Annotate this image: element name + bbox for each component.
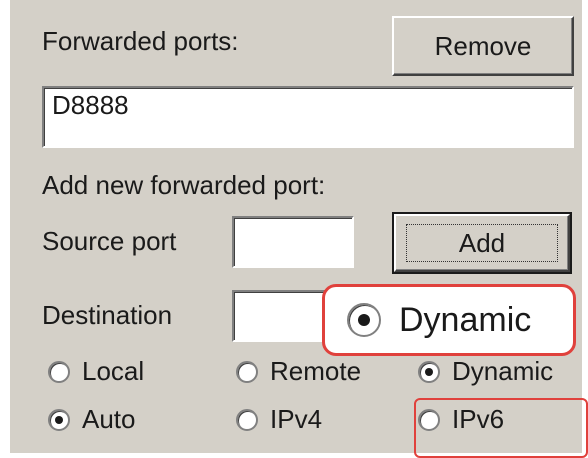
radio-dynamic-indicator[interactable]: [418, 360, 440, 383]
callout-radio-indicator: [347, 303, 381, 337]
forwarded-ports-label: Forwarded ports:: [42, 26, 239, 56]
radio-selected-dot: [55, 415, 63, 424]
radio-selected-dot: [358, 314, 370, 326]
radio-remote[interactable]: Remote: [236, 356, 361, 387]
remove-button[interactable]: Remove: [392, 16, 574, 76]
source-port-label: Source port: [42, 226, 177, 256]
radio-auto-indicator[interactable]: [48, 408, 70, 431]
forwarded-ports-list[interactable]: D8888: [42, 86, 574, 148]
ipv6-highlight-box: [414, 398, 588, 458]
radio-auto[interactable]: Auto: [48, 404, 136, 435]
radio-local-indicator[interactable]: [48, 360, 70, 383]
radio-remote-label: Remote: [270, 356, 362, 386]
radio-ipv4-label: IPv4: [270, 404, 323, 434]
callout-label: Dynamic: [399, 300, 532, 339]
focus-rectangle: [406, 224, 558, 262]
remove-button-label: Remove: [434, 30, 532, 61]
add-new-port-heading: Add new forwarded port:: [42, 170, 326, 200]
add-button[interactable]: Add: [392, 212, 572, 274]
radio-ipv4-indicator[interactable]: [236, 408, 258, 431]
radio-dynamic-label: Dynamic: [452, 356, 554, 386]
radio-remote-indicator[interactable]: [236, 360, 258, 383]
destination-label: Destination: [42, 300, 173, 330]
dynamic-callout-highlight: Dynamic: [322, 284, 576, 356]
tunnels-panel: Forwarded ports: Remove D8888 Add new fo…: [8, 0, 584, 453]
radio-auto-label: Auto: [82, 404, 136, 434]
source-port-input[interactable]: [232, 216, 354, 268]
radio-local-label: Local: [82, 356, 145, 386]
radio-dynamic[interactable]: Dynamic: [418, 356, 553, 387]
radio-ipv4[interactable]: IPv4: [236, 404, 322, 435]
radio-selected-dot: [425, 367, 433, 376]
radio-local[interactable]: Local: [48, 356, 144, 387]
forwarded-port-entry[interactable]: D8888: [52, 90, 129, 120]
